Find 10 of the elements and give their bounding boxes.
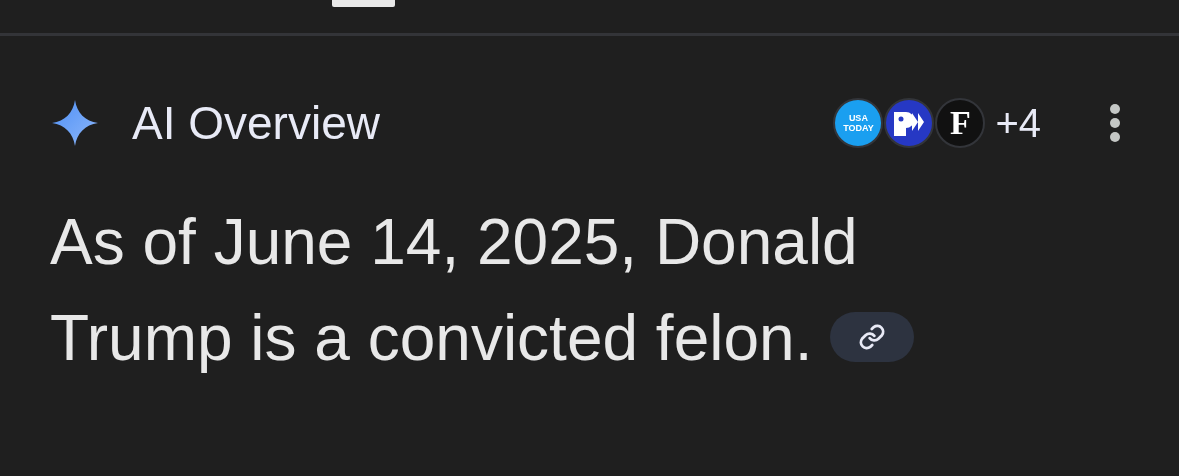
source-logo[interactable]: F [935, 98, 986, 148]
link-icon [858, 323, 887, 352]
sparkle-icon [52, 100, 98, 146]
tab-indicator [332, 0, 395, 7]
answer-text: As of June 14, 2025, Donald Trump is a convicted felon. [50, 194, 1050, 386]
more-sources-count[interactable]: +4 [995, 100, 1041, 146]
source-logo[interactable] [884, 98, 935, 148]
link-button[interactable] [830, 312, 915, 363]
overview-title: AI Overview [132, 96, 381, 150]
more-icon [1109, 103, 1121, 143]
